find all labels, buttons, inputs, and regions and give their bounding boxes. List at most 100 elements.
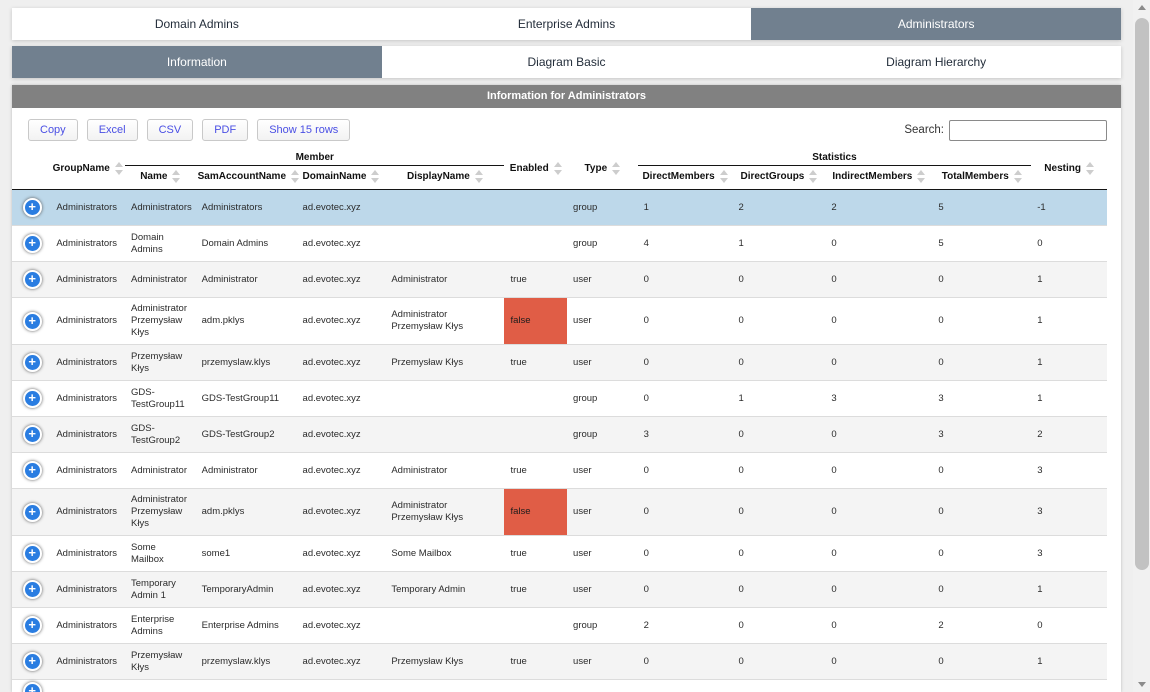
cell-indirect-members: 0 <box>825 262 932 298</box>
row-expand-cell: + <box>12 298 50 345</box>
cell-display-name <box>385 381 504 417</box>
plus-circle-icon[interactable]: + <box>23 580 42 599</box>
members-table: GroupName Member Enabled Type Statistics… <box>12 148 1107 692</box>
cell-sam-account-name: przemyslaw.klys <box>196 644 297 680</box>
table-row[interactable]: +AdministratorsAdministrator Przemysław … <box>12 298 1107 345</box>
cell-direct-groups: 2 <box>733 190 826 226</box>
column-header-displayname[interactable]: DisplayName <box>385 166 504 190</box>
table-row[interactable]: +AdministratorsTemporary Admin 1Temporar… <box>12 572 1107 608</box>
plus-circle-icon[interactable]: + <box>23 616 42 635</box>
row-expand-cell: + <box>12 536 50 572</box>
sort-arrows-icon <box>115 162 123 175</box>
cell-direct-members: 0 <box>638 262 733 298</box>
cell-sam-account-name: adm.pklys <box>196 298 297 345</box>
table-row[interactable]: +AdministratorsAdministratorsAdministrat… <box>12 190 1107 226</box>
column-header-totalmembers[interactable]: TotalMembers <box>932 166 1031 190</box>
copy-button[interactable]: Copy <box>28 119 78 141</box>
cell-enabled <box>504 417 567 453</box>
excel-button[interactable]: Excel <box>87 119 138 141</box>
column-header-enabled[interactable]: Enabled <box>504 148 567 190</box>
table-row[interactable]: +AdministratorsPrzemysław Kłysprzemyslaw… <box>12 644 1107 680</box>
page-scrollbar[interactable] <box>1133 0 1150 692</box>
tab-diagram-basic[interactable]: Diagram Basic <box>382 46 752 78</box>
table-row[interactable]: +AdministratorsAdministratorAdministrato… <box>12 453 1107 489</box>
cell-display-name: Przemysław Kłys <box>385 345 504 381</box>
cell-name: Administrator Przemysław Kłys <box>125 489 196 536</box>
column-header-directmembers[interactable]: DirectMembers <box>638 166 733 190</box>
plus-circle-icon[interactable]: + <box>23 234 42 253</box>
cell-display-name: Some Mailbox <box>385 536 504 572</box>
cell-sam-account-name: Enterprise Admins <box>196 608 297 644</box>
cell-indirect-members: 2 <box>825 190 932 226</box>
cell-indirect-members: 0 <box>825 489 932 536</box>
cell-type: group <box>567 381 638 417</box>
column-label: DirectMembers <box>642 171 714 182</box>
tab-diagram-hierarchy[interactable]: Diagram Hierarchy <box>751 46 1121 78</box>
cell-enabled: false <box>504 298 567 345</box>
sort-arrows-icon <box>554 162 562 175</box>
tab-enterprise-admins[interactable]: Enterprise Admins <box>382 8 752 40</box>
plus-circle-icon[interactable]: + <box>23 461 42 480</box>
cell-group-name: Administrators <box>50 536 125 572</box>
tab-domain-admins[interactable]: Domain Admins <box>12 8 382 40</box>
column-header-name[interactable]: Name <box>125 166 196 190</box>
plus-circle-icon[interactable]: + <box>23 270 42 289</box>
table-row[interactable]: +AdministratorsAdministratorAdministrato… <box>12 262 1107 298</box>
table-row[interactable]: +AdministratorsEnterprise AdminsEnterpri… <box>12 608 1107 644</box>
column-header-nesting[interactable]: Nesting <box>1031 148 1107 190</box>
plus-circle-icon[interactable]: + <box>23 682 42 692</box>
column-header-indirectmembers[interactable]: IndirectMembers <box>825 166 932 190</box>
plus-circle-icon[interactable]: + <box>23 353 42 372</box>
row-expand-cell: + <box>12 608 50 644</box>
table-row[interactable]: +AdministratorsGDS-TestGroup2GDS-TestGro… <box>12 417 1107 453</box>
cell-indirect-members: 0 <box>825 345 932 381</box>
cell-total-members: 5 <box>932 226 1031 262</box>
cell-total-members: 0 <box>932 489 1031 536</box>
plus-circle-icon[interactable]: + <box>23 503 42 522</box>
cell-sam-account-name: Administrators <box>196 190 297 226</box>
table-row[interactable]: + <box>12 680 1107 692</box>
cell-domain-name: ad.evotec.xyz <box>297 417 386 453</box>
table-row[interactable]: +AdministratorsDomain AdminsDomain Admin… <box>12 226 1107 262</box>
column-header-samaccountname[interactable]: SamAccountName <box>196 166 297 190</box>
cell-nesting: 0 <box>1031 226 1107 262</box>
cell-type: user <box>567 644 638 680</box>
scrollbar-up-icon[interactable] <box>1133 0 1150 16</box>
table-row[interactable]: +AdministratorsGDS-TestGroup11GDS-TestGr… <box>12 381 1107 417</box>
cell-indirect-members: 0 <box>825 226 932 262</box>
cell-domain-name: ad.evotec.xyz <box>297 536 386 572</box>
plus-circle-icon[interactable]: + <box>23 198 42 217</box>
plus-circle-icon[interactable]: + <box>23 425 42 444</box>
plus-circle-icon[interactable]: + <box>23 389 42 408</box>
search-input[interactable] <box>949 120 1107 141</box>
table-row[interactable]: +AdministratorsAdministrator Przemysław … <box>12 489 1107 536</box>
table-row[interactable]: +AdministratorsSome Mailboxsome1ad.evote… <box>12 536 1107 572</box>
plus-circle-icon[interactable]: + <box>23 312 42 331</box>
cell-direct-members: 0 <box>638 298 733 345</box>
tab-administrators[interactable]: Administrators <box>751 8 1121 40</box>
cell-sam-account-name: Administrator <box>196 453 297 489</box>
column-header-type[interactable]: Type <box>567 148 638 190</box>
cell-group-name: Administrators <box>50 644 125 680</box>
plus-circle-icon[interactable]: + <box>23 652 42 671</box>
column-header-groupname[interactable]: GroupName <box>50 148 125 190</box>
cell-direct-members: 0 <box>638 345 733 381</box>
tab-information[interactable]: Information <box>12 46 382 78</box>
column-header-domainname[interactable]: DomainName <box>297 166 386 190</box>
plus-circle-icon[interactable]: + <box>23 544 42 563</box>
cell-enabled: false <box>504 489 567 536</box>
cell-direct-groups: 1 <box>733 381 826 417</box>
cell-direct-members: 0 <box>638 453 733 489</box>
sort-arrows-icon <box>291 170 299 183</box>
cell-nesting: -1 <box>1031 190 1107 226</box>
cell-name: Temporary Admin 1 <box>125 572 196 608</box>
cell-nesting: 1 <box>1031 381 1107 417</box>
pdf-button[interactable]: PDF <box>202 119 248 141</box>
scrollbar-down-icon[interactable] <box>1133 676 1150 692</box>
show-rows-button[interactable]: Show 15 rows <box>257 119 350 141</box>
scrollbar-thumb[interactable] <box>1135 18 1149 570</box>
csv-button[interactable]: CSV <box>147 119 194 141</box>
cell-group-name: Administrators <box>50 608 125 644</box>
column-header-directgroups[interactable]: DirectGroups <box>733 166 826 190</box>
table-row[interactable]: +AdministratorsPrzemysław Kłysprzemyslaw… <box>12 345 1107 381</box>
